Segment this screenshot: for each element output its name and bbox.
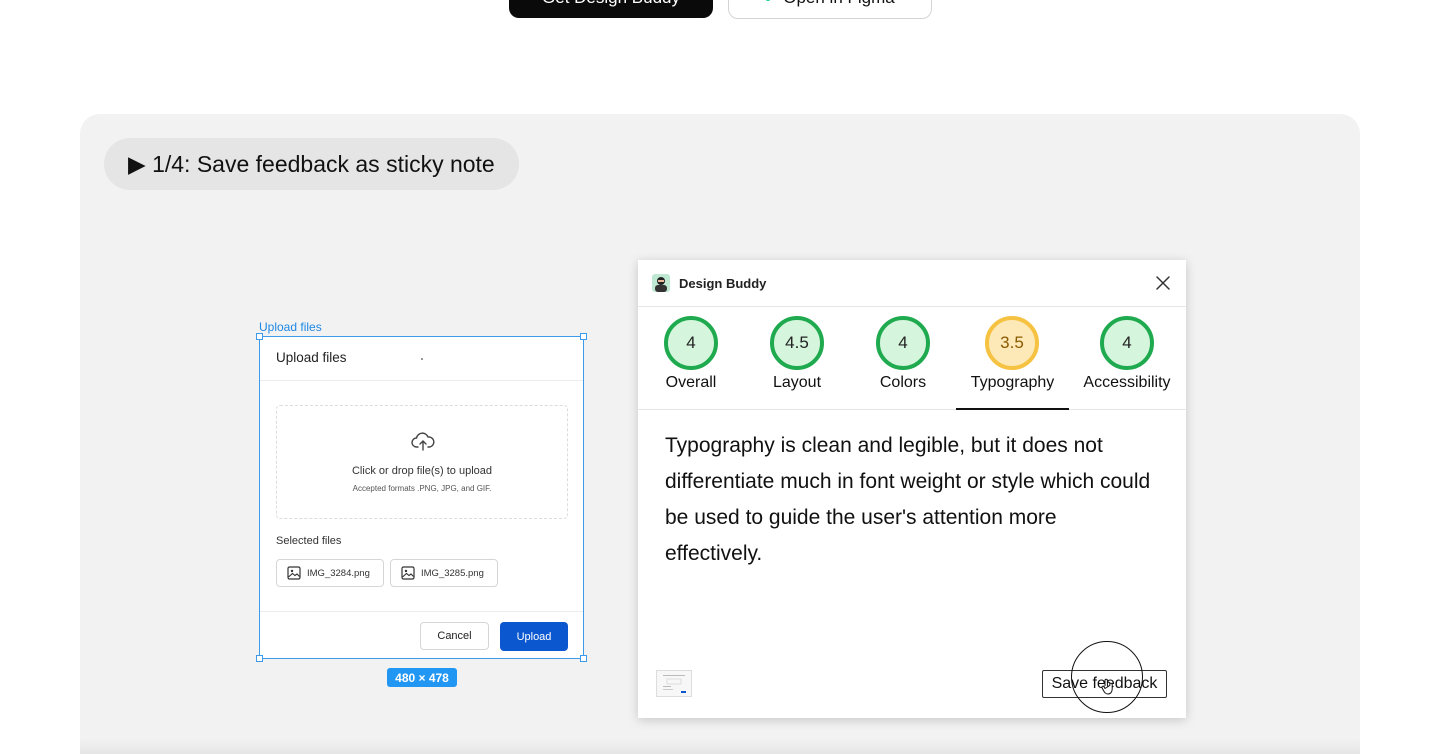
score-tabs: 4 Overall 4.5 Layout 4 Colors 3.5 Typogr… bbox=[638, 307, 1186, 410]
score-label: Layout bbox=[772, 374, 822, 391]
frame-dimensions-badge: 480 × 478 bbox=[387, 668, 457, 687]
tab-layout[interactable]: 4.5 Layout bbox=[757, 307, 837, 409]
open-in-figma-label: Open in Figma bbox=[783, 0, 895, 8]
image-icon bbox=[287, 566, 301, 580]
cloud-upload-icon bbox=[411, 432, 435, 451]
step-toggle[interactable]: ▶ 1/4: Save feedback as sticky note bbox=[104, 138, 519, 190]
get-design-buddy-button[interactable]: Get Design Buddy bbox=[509, 0, 713, 18]
active-tab-indicator bbox=[956, 408, 1069, 410]
score-label: Overall bbox=[665, 374, 717, 391]
score-label: Accessibility bbox=[1083, 374, 1171, 391]
frame-name-label[interactable]: Upload files bbox=[259, 320, 322, 334]
hand-cursor-icon bbox=[1101, 678, 1113, 695]
dropzone-subtext: Accepted formats .PNG, JPG, and GIF. bbox=[352, 484, 492, 493]
upload-dialog-header: Upload files bbox=[260, 337, 583, 381]
upload-files-frame[interactable]: Upload files Click or drop file(s) to up… bbox=[256, 333, 587, 662]
upload-dialog-footer: Cancel Upload bbox=[260, 611, 583, 660]
tab-overall[interactable]: 4 Overall bbox=[651, 307, 731, 409]
score-label: Colors bbox=[879, 374, 927, 391]
tab-typography[interactable]: 3.5 Typography bbox=[956, 307, 1069, 410]
tab-colors[interactable]: 4 Colors bbox=[863, 307, 943, 409]
file-dropzone[interactable]: Click or drop file(s) to upload Accepted… bbox=[276, 405, 568, 519]
selected-files-label: Selected files bbox=[276, 535, 342, 547]
image-icon bbox=[401, 566, 415, 580]
demo-panel: ▶ 1/4: Save feedback as sticky note Uplo… bbox=[80, 114, 1360, 754]
score-label: Typography bbox=[970, 374, 1055, 391]
figma-icon bbox=[765, 0, 772, 1]
open-in-figma-button[interactable]: Open in Figma bbox=[728, 0, 932, 19]
score-value: 4 bbox=[1122, 333, 1132, 352]
dropzone-text: Click or drop file(s) to upload bbox=[351, 465, 492, 477]
frame-thumbnail bbox=[656, 670, 692, 697]
close-icon[interactable] bbox=[1154, 274, 1172, 292]
score-value: 4 bbox=[686, 333, 696, 352]
decorative-dot bbox=[421, 358, 423, 360]
panel-bottom-edge bbox=[80, 738, 1360, 754]
score-value: 3.5 bbox=[1000, 333, 1024, 352]
upload-dialog-title: Upload files bbox=[276, 350, 347, 365]
file-name: IMG_3284.png bbox=[307, 567, 370, 579]
file-name: IMG_3285.png bbox=[421, 567, 484, 579]
plugin-header: Design Buddy bbox=[638, 260, 1186, 307]
upload-button[interactable]: Upload bbox=[500, 622, 568, 651]
score-value: 4 bbox=[898, 333, 908, 352]
file-chip[interactable]: IMG_3285.png bbox=[390, 559, 498, 587]
thumbnail-preview-icon bbox=[663, 675, 686, 693]
plugin-title: Design Buddy bbox=[679, 276, 767, 291]
feedback-text: Typography is clean and legible, but it … bbox=[665, 434, 1151, 565]
design-buddy-avatar bbox=[652, 274, 670, 292]
score-value: 4.5 bbox=[785, 333, 809, 352]
design-buddy-plugin-window: Design Buddy 4 Overall 4.5 Layout 4 Colo… bbox=[638, 260, 1186, 718]
top-actions: Get Design Buddy Open in Figma bbox=[0, 0, 1440, 19]
click-indicator bbox=[1071, 641, 1143, 713]
tab-accessibility[interactable]: 4 Accessibility bbox=[1079, 307, 1175, 409]
cancel-button[interactable]: Cancel bbox=[420, 622, 489, 650]
file-chip[interactable]: IMG_3284.png bbox=[276, 559, 384, 587]
